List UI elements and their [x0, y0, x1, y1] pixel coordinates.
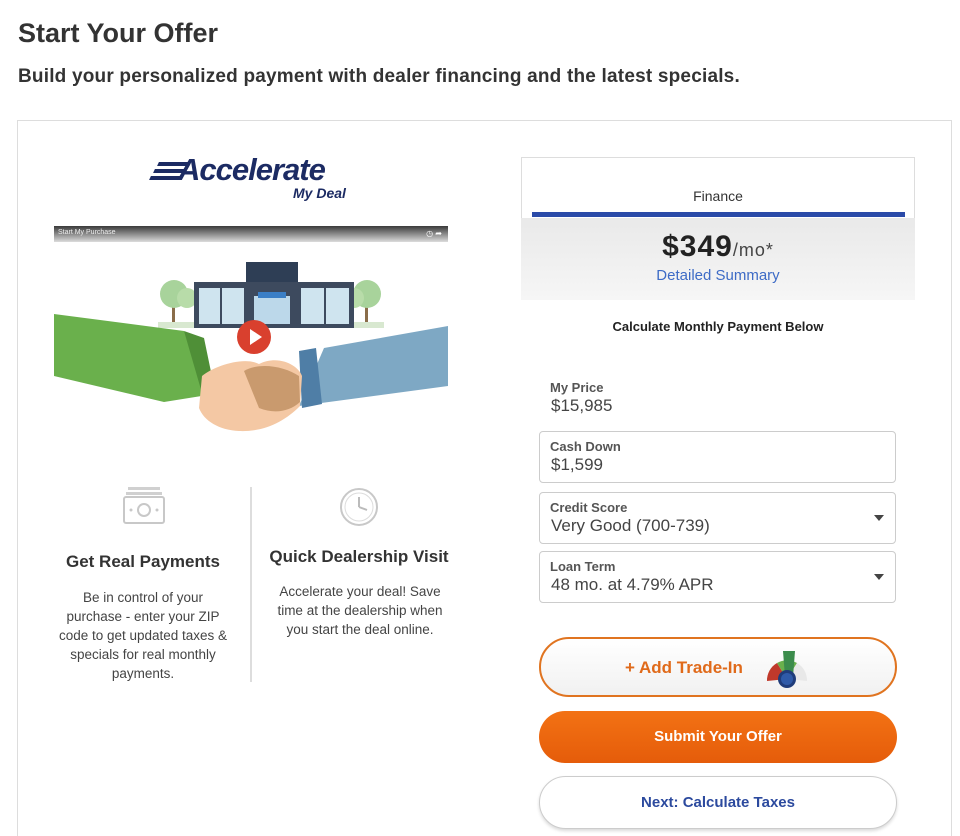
my-price-display: My Price $15,985	[539, 372, 896, 424]
monthly-payment: $349/mo*	[521, 230, 915, 264]
logo-wordmark: Accelerate	[178, 152, 326, 187]
video-caption: Start My Purchase	[58, 229, 116, 236]
cash-down-field[interactable]: Cash Down $1,599	[539, 431, 896, 483]
feature-text-real-payments: Be in control of your purchase - enter y…	[58, 590, 228, 681]
page-title: Start Your Offer	[18, 18, 219, 48]
feature-title-real-payments: Get Real Payments	[65, 552, 220, 571]
tab-finance[interactable]: Finance	[522, 188, 914, 204]
video-title-bar: Start My Purchase ◷ ➦	[54, 226, 448, 242]
cash-down-value[interactable]: $1,599	[551, 455, 603, 475]
add-trade-in-label: + Add Trade-In	[625, 658, 743, 677]
my-price-value: $15,985	[551, 396, 613, 415]
cash-down-label: Cash Down	[550, 439, 621, 454]
calc-instruction: Calculate Monthly Payment Below	[612, 319, 824, 334]
loan-term-select[interactable]: Loan Term 48 mo. at 4.79% APR	[539, 551, 896, 603]
submit-offer-button[interactable]: Submit Your Offer	[539, 711, 897, 763]
calculate-taxes-button[interactable]: Next: Calculate Taxes	[539, 776, 897, 829]
chevron-down-icon[interactable]	[874, 574, 884, 580]
credit-score-select[interactable]: Credit Score Very Good (700-739)	[539, 492, 896, 544]
feature-divider	[250, 487, 252, 682]
tab-active-indicator	[532, 212, 905, 217]
cash-icon	[123, 487, 165, 524]
credit-score-value[interactable]: Very Good (700-739)	[551, 516, 710, 536]
kbb-gauge-icon	[766, 651, 808, 688]
chevron-down-icon[interactable]	[874, 515, 884, 521]
detailed-summary-link[interactable]: Detailed Summary	[521, 267, 915, 284]
page-subtitle: Build your personalized payment with dea…	[18, 66, 740, 87]
my-price-label: My Price	[550, 380, 604, 395]
accelerate-logo: Accelerate My Deal	[149, 152, 355, 204]
add-trade-in-button[interactable]: + Add Trade-In	[539, 637, 897, 697]
payment-summary: $349/mo* Detailed Summary	[521, 218, 915, 300]
logo-tagline: My Deal	[293, 185, 346, 201]
clock-icon	[340, 488, 378, 526]
feature-text-quick-visit: Accelerate your deal! Save time at the d…	[277, 584, 443, 637]
payment-tabs: Finance	[521, 157, 915, 218]
feature-title-quick-visit: Quick Dealership Visit	[269, 547, 449, 566]
video-player[interactable]: Start My Purchase ◷ ➦	[54, 226, 448, 440]
share-icon[interactable]: ◷ ➦	[426, 229, 442, 238]
loan-term-label: Loan Term	[550, 559, 616, 574]
loan-term-value[interactable]: 48 mo. at 4.79% APR	[551, 575, 714, 595]
payment-period: /mo*	[732, 240, 774, 260]
play-button[interactable]	[237, 320, 271, 354]
credit-score-label: Credit Score	[550, 500, 628, 515]
payment-amount: $349	[662, 230, 733, 263]
